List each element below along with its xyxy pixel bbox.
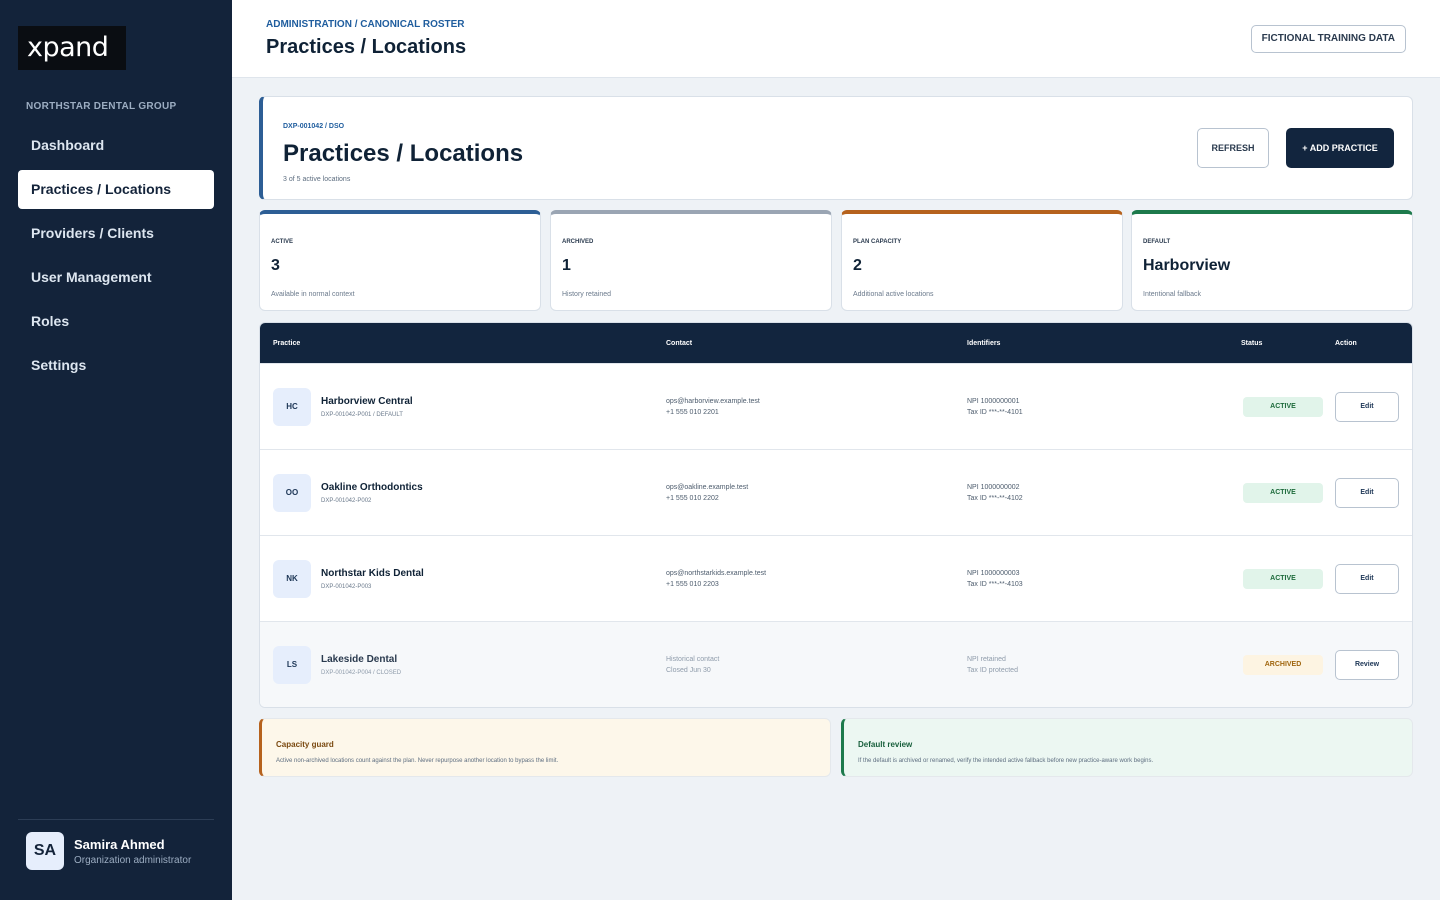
identifier-tax-id: Tax ID ***-**-4101 <box>967 409 1023 416</box>
stat-card-plan-capacity: PLAN CAPACITY 2 Additional active locati… <box>841 210 1123 311</box>
stat-note: Additional active locations <box>853 291 934 298</box>
stat-label: ARCHIVED <box>562 239 594 245</box>
practice-code: DXP-001042-P003 <box>321 584 372 590</box>
practice-code: DXP-001042-P001 / DEFAULT <box>321 412 403 418</box>
sidebar-item-user-management[interactable]: User Management <box>18 258 214 297</box>
user-role: Organization administrator <box>74 855 192 866</box>
contact-phone: +1 555 010 2203 <box>666 581 719 588</box>
stat-value: 1 <box>562 257 571 274</box>
column-header-action: Action <box>1335 340 1357 347</box>
add-practice-button[interactable]: + ADD PRACTICE <box>1286 128 1394 168</box>
stat-note: Intentional fallback <box>1143 291 1201 298</box>
refresh-button[interactable]: REFRESH <box>1197 128 1269 168</box>
stat-note: Available in normal context <box>271 291 355 298</box>
practice-code: DXP-001042-P004 / CLOSED <box>321 670 402 676</box>
user-name: Samira Ahmed <box>74 837 165 852</box>
practice-initials-icon: OO <box>273 474 311 512</box>
identifier-npi: NPI 1000000003 <box>967 570 1020 577</box>
note-title: Capacity guard <box>276 740 334 749</box>
capacity-guard-note: Capacity guard Active non-archived locat… <box>259 718 831 777</box>
contact-note: Historical contact <box>666 656 720 663</box>
stat-card-archived: ARCHIVED 1 History retained <box>550 210 832 311</box>
top-header: ADMINISTRATION / CANONICAL ROSTER Practi… <box>232 0 1440 78</box>
sidebar-item-settings[interactable]: Settings <box>18 346 214 385</box>
practice-name: Lakeside Dental <box>321 654 398 665</box>
table-row: NK Northstar Kids Dental DXP-001042-P003… <box>260 535 1412 621</box>
contact-email: ops@northstarkids.example.test <box>666 570 767 577</box>
sidebar-item-dashboard[interactable]: Dashboard <box>18 126 214 165</box>
note-text: Active non-archived locations count agai… <box>276 758 559 764</box>
stat-label: ACTIVE <box>271 239 294 245</box>
sidebar-nav: Dashboard Practices / Locations Provider… <box>18 126 214 390</box>
identifier-tax-id: Tax ID protected <box>967 667 1018 674</box>
contact-closed-date: Closed Jun 30 <box>666 667 711 674</box>
identifier-npi: NPI 1000000001 <box>967 398 1020 405</box>
stat-card-default: DEFAULT Harborview Intentional fallback <box>1131 210 1413 311</box>
practice-initials-icon: LS <box>273 646 311 684</box>
practice-name: Northstar Kids Dental <box>321 568 424 579</box>
status-badge: ACTIVE <box>1243 569 1323 589</box>
page-title: Practices / Locations <box>266 36 467 58</box>
identifier-tax-id: Tax ID ***-**-4103 <box>967 581 1023 588</box>
stat-label: DEFAULT <box>1143 239 1171 245</box>
organization-name: NORTHSTAR DENTAL GROUP <box>26 101 177 112</box>
column-header-identifiers: Identifiers <box>967 340 1001 347</box>
table-row: LS Lakeside Dental DXP-001042-P004 / CLO… <box>260 621 1412 707</box>
table-row: OO Oakline Orthodontics DXP-001042-P002 … <box>260 449 1412 535</box>
user-divider <box>18 819 214 820</box>
table-row: HC Harborview Central DXP-001042-P001 / … <box>260 363 1412 449</box>
stat-value: 2 <box>853 257 862 274</box>
contact-email: ops@harborview.example.test <box>666 398 760 405</box>
stat-label: PLAN CAPACITY <box>853 239 902 245</box>
avatar[interactable]: SA <box>26 832 64 870</box>
practice-initials-icon: NK <box>273 560 311 598</box>
training-data-badge: FICTIONAL TRAINING DATA <box>1250 25 1406 53</box>
practice-name: Harborview Central <box>321 396 413 407</box>
edit-button[interactable]: Edit <box>1335 564 1399 594</box>
hero-title: Practices / Locations <box>283 140 524 167</box>
column-header-status: Status <box>1241 340 1263 347</box>
column-header-practice: Practice <box>273 340 301 347</box>
default-review-note: Default review If the default is archive… <box>841 718 1413 777</box>
note-text: If the default is archived or renamed, v… <box>858 758 1154 764</box>
note-title: Default review <box>858 740 913 749</box>
practices-table: Practice Contact Identifiers Status Acti… <box>259 322 1413 708</box>
table-header: Practice Contact Identifiers Status Acti… <box>260 323 1412 363</box>
sidebar-item-practices-locations[interactable]: Practices / Locations <box>18 170 214 209</box>
stat-value: Harborview <box>1143 257 1231 274</box>
identifier-npi: NPI 1000000002 <box>967 484 1020 491</box>
organization-code: DXP-001042 / DSO <box>283 123 345 130</box>
breadcrumb: ADMINISTRATION / CANONICAL ROSTER <box>266 19 465 30</box>
contact-phone: +1 555 010 2201 <box>666 409 719 416</box>
status-badge: ACTIVE <box>1243 483 1323 503</box>
sidebar: xpand NORTHSTAR DENTAL GROUP Dashboard P… <box>0 0 232 900</box>
edit-button[interactable]: Edit <box>1335 478 1399 508</box>
review-button[interactable]: Review <box>1335 650 1399 680</box>
column-header-contact: Contact <box>666 340 693 347</box>
identifier-npi: NPI retained <box>967 656 1006 663</box>
stat-value: 3 <box>271 257 280 274</box>
status-badge: ARCHIVED <box>1243 655 1323 675</box>
hero-card: DXP-001042 / DSO Practices / Locations 3… <box>259 96 1413 200</box>
identifier-tax-id: Tax ID ***-**-4102 <box>967 495 1023 502</box>
app-logo[interactable]: xpand <box>18 26 126 70</box>
stat-note: History retained <box>562 291 612 298</box>
sidebar-item-providers-clients[interactable]: Providers / Clients <box>18 214 214 253</box>
practice-code: DXP-001042-P002 <box>321 498 372 504</box>
practice-initials-icon: HC <box>273 388 311 426</box>
edit-button[interactable]: Edit <box>1335 392 1399 422</box>
contact-email: ops@oakline.example.test <box>666 484 749 491</box>
stat-card-active: ACTIVE 3 Available in normal context <box>259 210 541 311</box>
contact-phone: +1 555 010 2202 <box>666 495 719 502</box>
sidebar-item-roles[interactable]: Roles <box>18 302 214 341</box>
status-badge: ACTIVE <box>1243 397 1323 417</box>
practice-name: Oakline Orthodontics <box>321 482 423 493</box>
hero-subtitle: 3 of 5 active locations <box>283 176 351 183</box>
